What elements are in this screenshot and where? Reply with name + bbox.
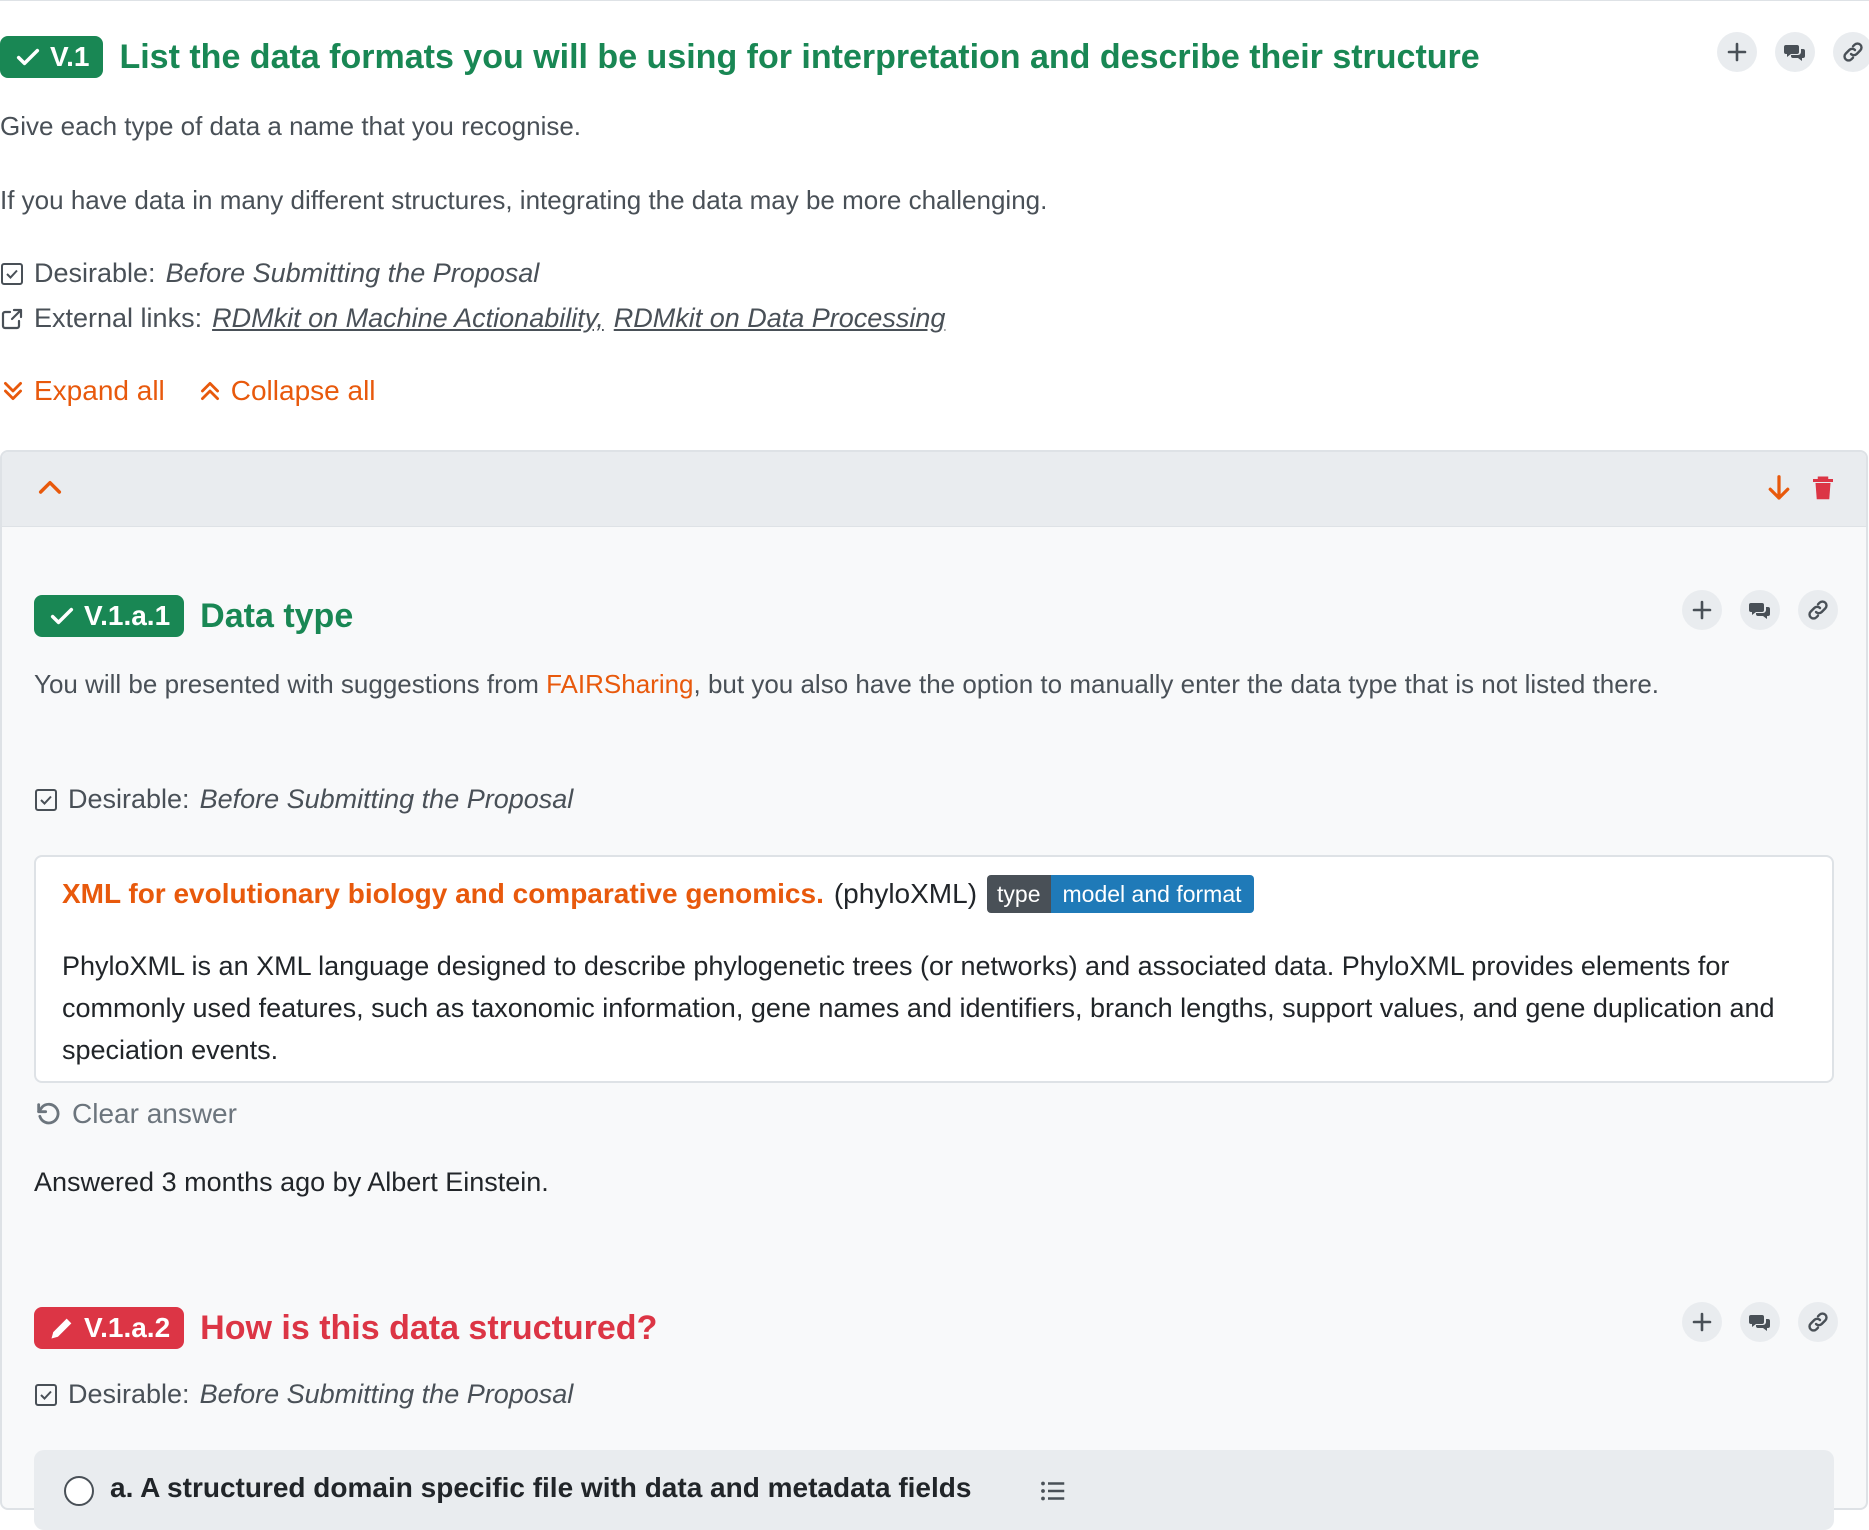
subquestion-2-actions: [1682, 1302, 1838, 1342]
subquestion-1-header: V.1.a.1 Data type: [34, 595, 353, 637]
link-icon: [1843, 42, 1863, 62]
link-data-processing[interactable]: RDMkit on Data Processing: [614, 303, 946, 334]
tag-key: type: [987, 875, 1051, 913]
subquestion-1-number: V.1.a.1: [84, 600, 171, 631]
plus-icon: [1692, 1312, 1712, 1332]
subquestion-2-desirable: Desirable: Before Submitting the Proposa…: [34, 1379, 573, 1410]
add-button[interactable]: [1682, 1302, 1722, 1342]
subquestion-2-title: How is this data structured?: [200, 1308, 658, 1347]
question-title: List the data formats you will be using …: [119, 37, 1480, 76]
link-machine-actionability[interactable]: RDMkit on Machine Actionability,: [212, 303, 604, 334]
question-actions: [1717, 32, 1869, 72]
subquestion-2-header: V.1.a.2 How is this data structured?: [34, 1307, 657, 1349]
comments-button[interactable]: [1740, 590, 1780, 630]
link-icon: [1808, 1312, 1828, 1332]
option-a-radio[interactable]: [64, 1476, 94, 1506]
comments-button[interactable]: [1740, 1302, 1780, 1342]
desc-text-before: You will be presented with suggestions f…: [34, 669, 547, 699]
item-card-header: [2, 452, 1866, 527]
collapse-item-button[interactable]: [34, 472, 66, 509]
option-a-label: a. A structured domain specific file wit…: [110, 1472, 972, 1503]
desirable-value: Before Submitting the Proposal: [199, 784, 574, 814]
check-icon: [16, 48, 40, 66]
subquestion-1-actions: [1682, 590, 1838, 630]
desirable-phase: Desirable: Before Submitting the Proposa…: [0, 258, 539, 289]
question-description-2: If you have data in many different struc…: [0, 185, 1048, 215]
comments-icon: [1784, 45, 1805, 61]
answer-title-row: XML for evolutionary biology and compara…: [62, 875, 1254, 913]
desirable-label: Desirable:: [68, 784, 190, 814]
question-description-1: Give each type of data a name that you r…: [0, 111, 582, 141]
plus-icon: [1692, 600, 1712, 620]
check-icon: [50, 607, 74, 625]
tag-value: model and format: [1050, 875, 1254, 913]
move-down-button[interactable]: [1764, 472, 1794, 504]
collapse-all-button[interactable]: Collapse all: [197, 375, 376, 407]
answer-title[interactable]: XML for evolutionary biology and compara…: [62, 878, 824, 910]
question-header: V.1 List the data formats you will be us…: [0, 36, 1480, 78]
external-link-icon: [1, 308, 23, 329]
chevrons-up-icon: [200, 382, 219, 400]
answer-abbreviation: (phyloXML): [833, 878, 978, 909]
clear-answer-button[interactable]: Clear answer: [34, 1098, 237, 1130]
checkbox-icon: [1, 262, 23, 285]
copy-link-button[interactable]: [1798, 590, 1838, 630]
comments-icon: [1749, 603, 1770, 619]
subquestion-1-desirable: Desirable: Before Submitting the Proposa…: [34, 784, 573, 815]
list-icon[interactable]: [1038, 1476, 1068, 1511]
subquestion-1-description: You will be presented with suggestions f…: [34, 663, 1834, 705]
desirable-value: Before Submitting the Proposal: [199, 1379, 574, 1409]
checkbox-icon: [35, 1383, 57, 1406]
answered-info: Answered 3 months ago by Albert Einstein…: [34, 1167, 549, 1197]
plus-icon: [1727, 42, 1747, 62]
subquestion-2-status-badge: V.1.a.2: [34, 1307, 185, 1349]
chevrons-down-icon: [4, 382, 22, 400]
pencil-icon: [51, 1318, 72, 1339]
desirable-label: Desirable:: [34, 258, 156, 288]
chevron-up-icon: [38, 480, 62, 494]
subquestion-2-number: V.1.a.2: [84, 1312, 171, 1343]
checkbox-icon: [35, 788, 57, 811]
answer-description: PhyloXML is an XML language designed to …: [62, 951, 1775, 1065]
fairsharing-link[interactable]: FAIRSharing: [546, 669, 693, 699]
selected-answer-card[interactable]: XML for evolutionary biology and compara…: [34, 855, 1834, 1083]
top-divider: [0, 0, 1869, 1]
desirable-value: Before Submitting the Proposal: [165, 258, 540, 288]
clear-answer-label: Clear answer: [72, 1098, 237, 1129]
desc-text-after: , but you also have the option to manual…: [693, 669, 1660, 699]
question-number: V.1: [50, 41, 90, 72]
expand-all-button[interactable]: Expand all: [0, 375, 165, 407]
comments-icon: [1749, 1315, 1770, 1331]
collapse-all-label: Collapse all: [230, 375, 376, 406]
external-links: External links: RDMkit on Machine Action…: [0, 303, 945, 334]
undo-icon: [37, 1102, 60, 1125]
expand-collapse-controls: Expand all Collapse all: [0, 375, 376, 407]
answer-type-tag: type model and format: [987, 875, 1254, 913]
add-button[interactable]: [1717, 32, 1757, 72]
external-links-label: External links:: [34, 303, 203, 333]
comments-button[interactable]: [1775, 32, 1815, 72]
copy-link-button[interactable]: [1833, 32, 1869, 72]
desirable-label: Desirable:: [68, 1379, 190, 1409]
subquestion-1-title: Data type: [200, 596, 354, 635]
add-button[interactable]: [1682, 590, 1722, 630]
subquestion-1-status-badge: V.1.a.1: [34, 595, 185, 637]
copy-link-button[interactable]: [1798, 1302, 1838, 1342]
question-status-badge: V.1: [0, 36, 104, 78]
expand-all-label: Expand all: [34, 375, 165, 406]
delete-button[interactable]: [1808, 472, 1838, 504]
item-tools: [1764, 472, 1838, 504]
option-a[interactable]: a. A structured domain specific file wit…: [34, 1450, 1834, 1530]
link-icon: [1808, 600, 1828, 620]
